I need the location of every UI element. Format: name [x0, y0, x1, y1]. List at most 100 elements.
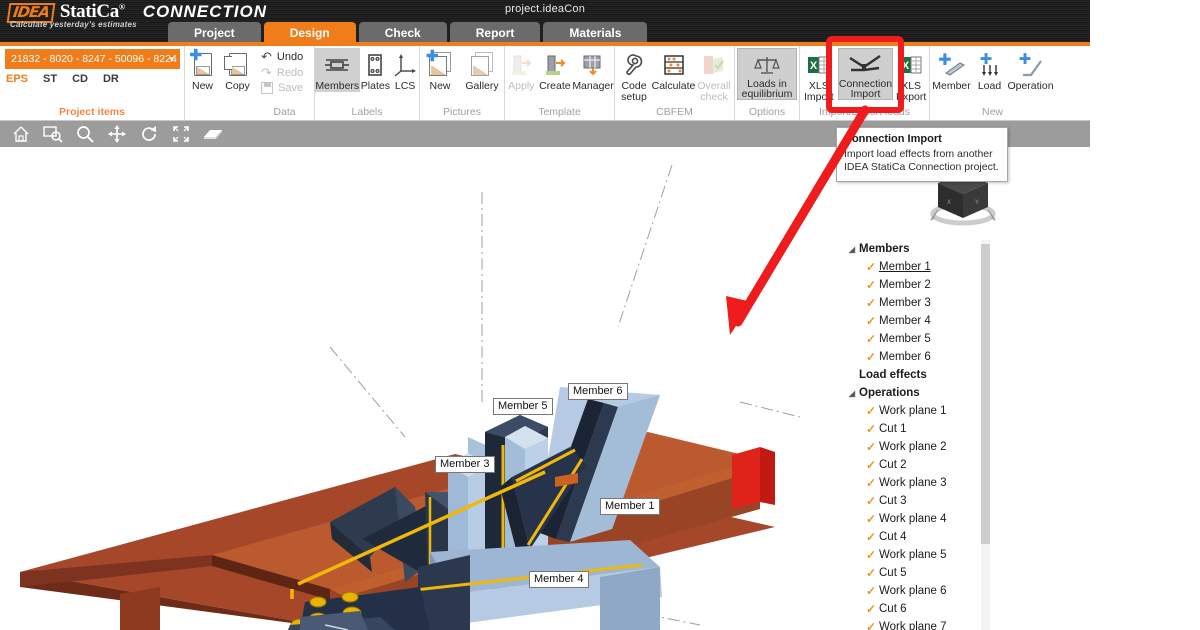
tree-item-cut-2[interactable]: ✓ Cut 2: [845, 456, 990, 474]
copy-project-item-button[interactable]: Copy: [220, 48, 255, 92]
checkmark-icon[interactable]: ✓: [863, 458, 879, 472]
overall-check-button[interactable]: Overall check: [695, 48, 733, 103]
tag-st[interactable]: ST: [43, 73, 57, 85]
checkmark-icon[interactable]: ✓: [863, 350, 879, 364]
new-picture-icon: ✚: [427, 50, 453, 80]
window-title: project.ideaCon: [0, 3, 1090, 15]
wrench-icon: [622, 50, 646, 80]
apply-template-button[interactable]: Apply: [505, 48, 538, 92]
checkmark-icon[interactable]: ✓: [863, 566, 879, 580]
apply-template-label: Apply: [508, 81, 534, 92]
tree-item-work-plane-7[interactable]: ✓ Work plane 7: [845, 618, 990, 630]
tree-item-cut-3[interactable]: ✓ Cut 3: [845, 492, 990, 510]
tree-item-work-plane-1[interactable]: ✓ Work plane 1: [845, 402, 990, 420]
new-operation-icon: ✚: [1017, 50, 1045, 80]
tree-item-member-1[interactable]: ✓ Member 1: [845, 258, 990, 276]
tree-item-label: Cut 5: [879, 567, 907, 579]
members-label-icon: [323, 50, 351, 80]
checkmark-icon[interactable]: ✓: [863, 476, 879, 490]
zoom-icon[interactable]: [74, 124, 96, 144]
render-mode-icon[interactable]: [202, 124, 224, 144]
model-label-member-4: Member 4: [529, 571, 589, 588]
checkmark-icon[interactable]: ✓: [863, 584, 879, 598]
undo-button[interactable]: ↶ Undo: [261, 50, 303, 63]
plates-labels-button[interactable]: Plates: [360, 48, 392, 92]
tree-group-members[interactable]: ◢ Members: [845, 240, 990, 258]
loads-in-equilibrium-button[interactable]: Loads in equilibrium: [737, 48, 797, 100]
tag-dr[interactable]: DR: [103, 73, 119, 85]
tree-item-cut-1[interactable]: ✓ Cut 1: [845, 420, 990, 438]
template-manager-button[interactable]: Manager: [572, 48, 614, 92]
tree-scrollbar[interactable]: [981, 240, 990, 630]
calculate-label: Calculate: [652, 81, 696, 92]
picture-gallery-button[interactable]: Gallery: [460, 48, 504, 92]
checkmark-icon[interactable]: ✓: [863, 620, 879, 630]
tag-cd[interactable]: CD: [72, 73, 88, 85]
project-item-combo[interactable]: 21832 - 8020 - 8247 - 50096 - 8224 - 8 ▾: [5, 49, 180, 69]
tree-item-cut-5[interactable]: ✓ Cut 5: [845, 564, 990, 582]
checkmark-icon[interactable]: ✓: [863, 260, 879, 274]
checkmark-icon[interactable]: ✓: [863, 494, 879, 508]
tree-item-label: Work plane 5: [879, 549, 947, 561]
collapse-triangle-icon[interactable]: ◢: [845, 389, 859, 398]
redo-button[interactable]: ↷ Redo: [261, 66, 303, 79]
calculate-button[interactable]: Calculate: [652, 48, 695, 92]
checkmark-icon[interactable]: ✓: [863, 278, 879, 292]
tree-item-work-plane-2[interactable]: ✓ Work plane 2: [845, 438, 990, 456]
model-tree-panel[interactable]: ◢ Members ✓ Member 1 ✓ Member 2 ✓ Member…: [845, 240, 990, 630]
tree-item-member-3[interactable]: ✓ Member 3: [845, 294, 990, 312]
new-picture-button[interactable]: ✚ New: [420, 48, 460, 92]
home-view-icon[interactable]: [10, 124, 32, 144]
rotate-icon[interactable]: [138, 124, 160, 144]
save-label: Save: [278, 82, 303, 94]
chevron-down-icon[interactable]: ▾: [169, 49, 174, 69]
model-label-member-3: Member 3: [435, 456, 495, 473]
tree-item-member-5[interactable]: ✓ Member 5: [845, 330, 990, 348]
application-window: IDEA StatiCa® CONNECTION Calculate yeste…: [0, 0, 1090, 630]
new-member-icon: ✚: [938, 50, 966, 80]
abacus-calculate-icon: [661, 50, 687, 80]
new-member-button[interactable]: ✚ Member: [931, 48, 973, 92]
tree-item-cut-4[interactable]: ✓ Cut 4: [845, 528, 990, 546]
checkmark-icon[interactable]: ✓: [863, 332, 879, 346]
save-button[interactable]: Save: [261, 82, 303, 94]
members-labels-button[interactable]: Members: [315, 48, 360, 92]
svg-text:X: X: [947, 200, 951, 206]
checkmark-icon[interactable]: ✓: [863, 422, 879, 436]
checkmark-icon[interactable]: ✓: [863, 440, 879, 454]
checkmark-icon[interactable]: ✓: [863, 512, 879, 526]
checkmark-icon[interactable]: ✓: [863, 296, 879, 310]
tree-item-member-6[interactable]: ✓ Member 6: [845, 348, 990, 366]
tree-group-operations[interactable]: ◢ Operations: [845, 384, 990, 402]
collapse-triangle-icon[interactable]: ◢: [845, 245, 859, 254]
checkmark-icon[interactable]: ✓: [863, 404, 879, 418]
tree-item-work-plane-4[interactable]: ✓ Work plane 4: [845, 510, 990, 528]
tag-eps[interactable]: EPS: [6, 73, 28, 85]
create-template-button[interactable]: Create: [538, 48, 572, 92]
new-operation-button[interactable]: ✚ Operation: [1007, 48, 1055, 92]
ribbon-group-project-items: 21832 - 8020 - 8247 - 50096 - 8224 - 8 ▾…: [0, 46, 185, 120]
tree-item-member-2[interactable]: ✓ Member 2: [845, 276, 990, 294]
tree-item-work-plane-5[interactable]: ✓ Work plane 5: [845, 546, 990, 564]
tree-item-work-plane-6[interactable]: ✓ Work plane 6: [845, 582, 990, 600]
ribbon-group-pictures: ✚ New Gallery Pictures: [420, 46, 505, 120]
ribbon-group-label-template: Template: [505, 106, 614, 118]
checkmark-icon[interactable]: ✓: [863, 602, 879, 616]
checkmark-icon[interactable]: ✓: [863, 314, 879, 328]
balance-scales-icon: [754, 51, 780, 78]
tree-item-load-effects[interactable]: Load effects: [845, 366, 990, 384]
new-project-item-button[interactable]: ✚ New: [185, 48, 220, 92]
zoom-window-icon[interactable]: [42, 124, 64, 144]
tree-item-cut-6[interactable]: ✓ Cut 6: [845, 600, 990, 618]
zoom-fit-icon[interactable]: [170, 124, 192, 144]
new-load-button[interactable]: ✚ Load: [973, 48, 1007, 92]
tree-item-work-plane-3[interactable]: ✓ Work plane 3: [845, 474, 990, 492]
tree-item-member-4[interactable]: ✓ Member 4: [845, 312, 990, 330]
lcs-labels-button[interactable]: LCS: [391, 48, 419, 92]
redo-label: Redo: [277, 67, 303, 79]
checkmark-icon[interactable]: ✓: [863, 548, 879, 562]
pan-icon[interactable]: [106, 124, 128, 144]
code-setup-button[interactable]: Code setup: [616, 48, 652, 103]
checkmark-icon[interactable]: ✓: [863, 530, 879, 544]
tree-scrollbar-thumb[interactable]: [981, 244, 990, 544]
